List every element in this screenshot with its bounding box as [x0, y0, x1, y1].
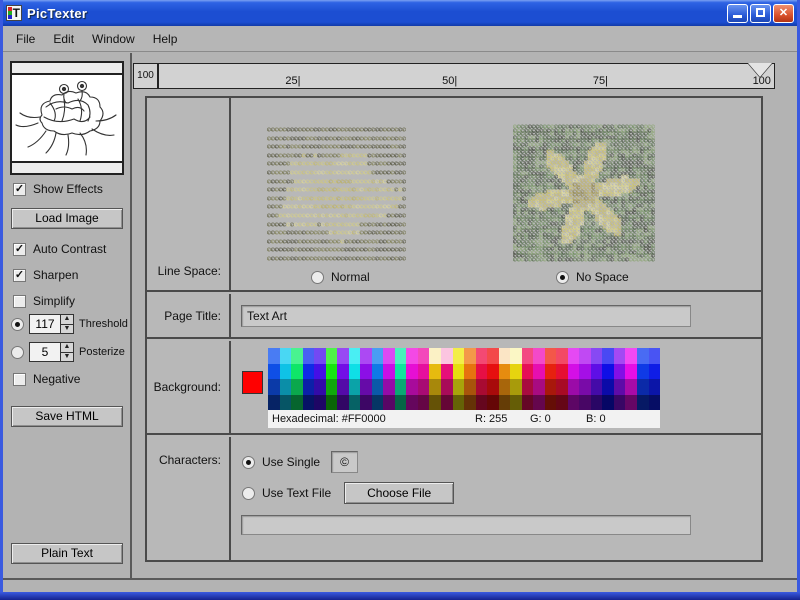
posterize-up-arrow[interactable]: ▲ — [61, 343, 73, 353]
single-character-input[interactable] — [331, 451, 358, 473]
background-label: Background: — [154, 380, 221, 394]
text-file-path-input[interactable] — [241, 515, 691, 535]
red-value: R: 255 — [475, 413, 507, 425]
plain-text-button[interactable]: Plain Text — [11, 543, 123, 564]
ascii-art-nospace: ©©©©©©©©©©©©©©©©©©©©©©©©©©©©©©©©©©©©©©©©… — [513, 126, 655, 263]
threshold-row: ▲ ▼ Threshold — [11, 313, 128, 335]
use-single-option: Use Single — [242, 451, 358, 473]
save-html-button[interactable]: Save HTML — [11, 406, 123, 427]
show-effects-row: Show Effects — [13, 181, 103, 197]
background-row: Background: Hexadecimal: #FF0000 R: 255 … — [147, 341, 761, 435]
client-area: Show Effects Load Image Auto Contrast Sh… — [3, 53, 797, 592]
ruler-tick-25: 25| — [285, 75, 300, 87]
posterize-spinner: ▲ ▼ — [29, 342, 74, 362]
ruler-handle[interactable] — [748, 63, 772, 77]
ruler-tick-75: 75| — [593, 75, 608, 87]
posterize-label: Posterize — [79, 346, 125, 358]
threshold-value-input[interactable] — [30, 315, 60, 333]
ruler-slider[interactable]: 25| 50| 75| 100 — [158, 63, 775, 89]
minimize-button[interactable] — [727, 4, 748, 23]
sidebar: Show Effects Load Image Auto Contrast Sh… — [3, 53, 130, 578]
page-title-row: Page Title: — [147, 294, 761, 339]
show-effects-label: Show Effects — [33, 182, 103, 196]
ruler-tick-50: 50| — [442, 75, 457, 87]
hexadecimal-value: Hexadecimal: #FF0000 — [272, 413, 386, 425]
use-text-file-option: Use Text File Choose File — [242, 482, 454, 504]
sidebar-divider — [130, 53, 132, 578]
color-palette-card: Hexadecimal: #FF0000 R: 255 G: 0 B: 0 — [268, 348, 660, 428]
line-space-nospace-label: No Space — [576, 270, 629, 284]
page-title-input[interactable] — [241, 305, 691, 327]
simplify-checkbox[interactable] — [13, 295, 26, 308]
auto-contrast-checkbox[interactable] — [13, 243, 26, 256]
line-space-normal-radio[interactable] — [311, 271, 324, 284]
posterize-row: ▲ ▼ Posterize — [11, 341, 125, 363]
posterize-radio[interactable] — [11, 346, 24, 359]
close-button[interactable]: ✕ — [773, 4, 794, 23]
green-value: G: 0 — [530, 413, 551, 425]
bottom-divider — [3, 578, 797, 580]
show-effects-checkbox[interactable] — [13, 183, 26, 196]
sharpen-label: Sharpen — [33, 268, 78, 282]
threshold-label: Threshold — [79, 318, 128, 330]
choose-file-button[interactable]: Choose File — [344, 482, 454, 504]
blue-value: B: 0 — [586, 413, 606, 425]
settings-panel: Line Space: ©©©©©©©©©©©©©©©©©©©©©©©©©©©©… — [145, 96, 763, 562]
negative-label: Negative — [33, 372, 80, 386]
posterize-down-arrow[interactable]: ▼ — [61, 353, 73, 362]
image-preview — [10, 61, 124, 175]
threshold-down-arrow[interactable]: ▼ — [61, 325, 73, 334]
menu-file[interactable]: File — [7, 29, 44, 49]
app-icon: T — [6, 5, 22, 21]
threshold-spinner: ▲ ▼ — [29, 314, 74, 334]
negative-checkbox[interactable] — [13, 373, 26, 386]
characters-row: Characters: Use Single Use Text File Cho… — [147, 437, 761, 560]
ruler-value-box: 100 — [133, 63, 158, 89]
line-space-row: Line Space: ©©©©©©©©©©©©©©©©©©©©©©©©©©©©… — [147, 98, 761, 292]
use-single-label: Use Single — [262, 455, 320, 469]
characters-label: Characters: — [159, 453, 221, 467]
simplify-row: Simplify — [13, 293, 75, 309]
title-bar[interactable]: T PicTexter ✕ — [0, 0, 800, 26]
source-image-drawing — [12, 77, 122, 161]
line-space-nospace-radio[interactable] — [556, 271, 569, 284]
line-space-label: Line Space: — [158, 264, 221, 278]
maximize-button[interactable] — [750, 4, 771, 23]
use-text-file-label: Use Text File — [262, 486, 331, 500]
color-palette[interactable] — [268, 348, 660, 410]
menu-help[interactable]: Help — [144, 29, 187, 49]
line-space-nospace-option: No Space — [556, 270, 629, 284]
window-border-bottom — [0, 592, 800, 600]
menu-window[interactable]: Window — [83, 29, 144, 49]
window-border-left — [0, 0, 3, 600]
auto-contrast-label: Auto Contrast — [33, 242, 106, 256]
use-single-radio[interactable] — [242, 456, 255, 469]
load-image-button[interactable]: Load Image — [11, 208, 123, 229]
line-space-normal-option: Normal — [311, 270, 370, 284]
posterize-value-input[interactable] — [30, 343, 60, 361]
sharpen-row: Sharpen — [13, 267, 78, 283]
use-text-file-radio[interactable] — [242, 487, 255, 500]
threshold-up-arrow[interactable]: ▲ — [61, 315, 73, 325]
menu-bar: File Edit Window Help — [3, 26, 797, 52]
palette-info-bar: Hexadecimal: #FF0000 R: 255 G: 0 B: 0 — [268, 411, 660, 428]
simplify-label: Simplify — [33, 294, 75, 308]
negative-row: Negative — [13, 371, 80, 387]
menu-edit[interactable]: Edit — [44, 29, 83, 49]
threshold-radio[interactable] — [11, 318, 24, 331]
page-title-label: Page Title: — [164, 309, 221, 323]
window-title: PicTexter — [27, 6, 87, 21]
ascii-art-normal: ©©©©©©©©©©©©©©©©©©©©©©©©©©©©©©©©©©©©©©©©… — [267, 126, 406, 264]
sharpen-checkbox[interactable] — [13, 269, 26, 282]
auto-contrast-row: Auto Contrast — [13, 241, 106, 257]
line-space-normal-label: Normal — [331, 270, 370, 284]
background-color-swatch[interactable] — [242, 371, 263, 394]
